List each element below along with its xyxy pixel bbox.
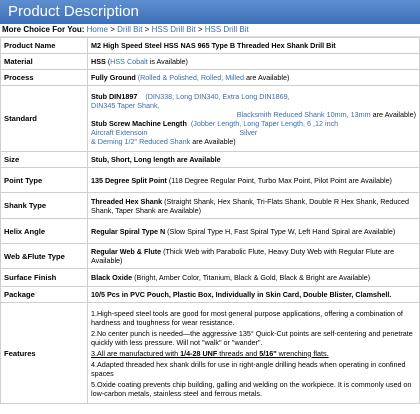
breadcrumb-separator: > xyxy=(197,25,203,34)
breadcrumb-home[interactable]: Home xyxy=(87,25,108,34)
table-row: Helix Angle Regular Spiral Type N (Slow … xyxy=(0,218,420,244)
row-label-surface-finish: Surface Finish xyxy=(0,268,88,287)
row-label-point-type: Point Type xyxy=(0,167,88,193)
table-row: Process Fully Ground (Rolled & Polished,… xyxy=(0,69,420,86)
table-row: Package 10/5 Pcs in PVC Pouch, Plastic B… xyxy=(0,286,420,303)
surface-finish-value: Black Oxide xyxy=(91,273,133,282)
helix-angle-rest: (Slow Spiral Type H, Fast Spiral Type W,… xyxy=(165,226,396,236)
standard-b2[interactable]: (Jobber Length, Long Taper Length, 6 ,12… xyxy=(191,119,338,128)
size-value: Stub, Short, Long length are Available xyxy=(87,151,420,168)
feature-4: 4.Adapted threaded hex shank drills for … xyxy=(91,359,406,378)
material-value: HSS xyxy=(91,57,106,66)
product-name-value: M2 High Speed Steel HSS NAS 965 Type B T… xyxy=(87,37,420,54)
feature-3b: 1/4-28 UNF xyxy=(180,348,218,358)
table-row: Product Name M2 High Speed Steel HSS NAS… xyxy=(0,37,420,54)
material-link[interactable]: HSS Cobalt xyxy=(110,57,148,66)
web-flute-value: Regular Web & Flute xyxy=(91,247,162,256)
standard-cell: Stub DIN1897 (DIN338, Long DIN340, Extra… xyxy=(87,85,420,152)
table-row: Web &Flute Type Regular Web & Flute (Thi… xyxy=(0,243,420,269)
section-header: Product Description xyxy=(0,0,420,24)
table-row: Point Type 135 Degree Split Point (118 D… xyxy=(0,167,420,193)
feature-3c: threads and xyxy=(217,348,260,358)
breadcrumb-label: More Choice For You: xyxy=(2,25,85,34)
breadcrumb: More Choice For You: Home > Drill Bit > … xyxy=(0,24,420,37)
table-row: Size Stub, Short, Long length are Availa… xyxy=(0,151,420,168)
breadcrumb-hss-drill-bit-2[interactable]: HSS Drill Bit xyxy=(205,25,249,34)
table-row: Surface Finish Black Oxide (Bright, Ambe… xyxy=(0,268,420,287)
standard-a4[interactable]: Blacksmith Reduced Shank 10mm, 13mm xyxy=(237,110,371,119)
row-label-web-flute: Web &Flute Type xyxy=(0,243,88,269)
point-type-cell: 135 Degree Split Point (118 Degree Regul… xyxy=(87,167,420,193)
row-label-shank-type: Shank Type xyxy=(0,192,88,219)
point-type-value: 135 Degree Split Point xyxy=(91,175,167,185)
package-value: 10/5 Pcs in PVC Pouch, Plastic Box, Indi… xyxy=(87,286,420,303)
material-tail: is Available) xyxy=(147,57,188,66)
standard-b4[interactable]: Silver xyxy=(239,128,257,137)
process-value: Fully Ground xyxy=(91,73,136,82)
surface-finish-cell: Black Oxide (Bright, Amber Color, Titani… xyxy=(87,268,420,287)
standard-a1: Stub DIN1897 xyxy=(91,91,138,101)
row-label-size: Size xyxy=(0,151,88,168)
feature-1: 1.High-speed steel tools are good for mo… xyxy=(91,308,403,327)
material-cell: HSS (HSS Cobalt is Available) xyxy=(87,53,420,70)
table-row: Features 1.High-speed steel tools are go… xyxy=(0,302,420,404)
standard-b6: are Available) xyxy=(190,136,236,146)
feature-3a: 3.All are manufactured with xyxy=(91,348,181,358)
feature-2: 2.No center punch is needed—the aggressi… xyxy=(91,328,413,347)
breadcrumb-hss-drill-bit[interactable]: HSS Drill Bit xyxy=(152,25,196,34)
process-tail: are Available) xyxy=(243,73,290,82)
feature-3d: 5/16" xyxy=(259,348,277,358)
row-label-product-name: Product Name xyxy=(0,37,88,54)
standard-a3[interactable]: DIN345 Taper Shank, xyxy=(91,101,416,110)
helix-angle-cell: Regular Spiral Type N (Slow Spiral Type … xyxy=(87,218,420,244)
table-row: Material HSS (HSS Cobalt is Available) xyxy=(0,53,420,70)
row-label-standard: Standard xyxy=(0,85,88,152)
features-cell: 1.High-speed steel tools are good for mo… xyxy=(87,302,420,404)
section-title: Product Description xyxy=(8,3,139,20)
row-label-process: Process xyxy=(0,69,88,86)
web-flute-cell: Regular Web & Flute (Thick Web with Para… xyxy=(87,243,420,269)
breadcrumb-drill-bit[interactable]: Drill Bit xyxy=(117,25,142,34)
feature-5: 5.Oxide coating prevents chip building, … xyxy=(91,379,412,398)
surface-finish-rest: (Bright, Amber Color, Titanium, Black & … xyxy=(132,273,371,282)
feature-3: 3.All are manufactured with 1/4-28 UNF t… xyxy=(91,349,416,358)
shank-type-cell: Threaded Hex Shank (Straight Shank, Hex … xyxy=(87,192,420,219)
standard-a5: are Available) xyxy=(370,109,416,119)
feature-3e: wrenching flats. xyxy=(276,348,329,358)
product-spec-table: Product Name M2 High Speed Steel HSS NAS… xyxy=(0,37,420,404)
breadcrumb-separator: > xyxy=(110,25,115,34)
standard-b1: Stub Screw Machine Length xyxy=(91,118,187,128)
table-row: Standard Stub DIN1897 (DIN338, Long DIN3… xyxy=(0,85,420,152)
helix-angle-value: Regular Spiral Type N xyxy=(91,226,166,236)
standard-b5[interactable]: & Deming 1/2" Reduced Shank xyxy=(91,137,190,146)
row-label-features: Features xyxy=(0,302,88,404)
row-label-package: Package xyxy=(0,286,88,303)
table-row: Shank Type Threaded Hex Shank (Straight … xyxy=(0,192,420,219)
standard-a2[interactable]: (DIN338, Long DIN340, Extra Long DIN1869… xyxy=(145,92,289,101)
shank-type-value: Threaded Hex Shank xyxy=(91,196,163,206)
process-cell: Fully Ground (Rolled & Polished, Rolled,… xyxy=(87,69,420,86)
row-label-helix-angle: Helix Angle xyxy=(0,218,88,244)
standard-b3[interactable]: Aircraft Extensoin xyxy=(91,128,147,137)
row-label-material: Material xyxy=(0,53,88,70)
process-link[interactable]: (Rolled & Polished, Rolled, Milled xyxy=(138,73,244,82)
breadcrumb-separator: > xyxy=(144,25,150,34)
point-type-rest: (118 Degree Regular Point, Turbo Max Poi… xyxy=(166,175,392,185)
